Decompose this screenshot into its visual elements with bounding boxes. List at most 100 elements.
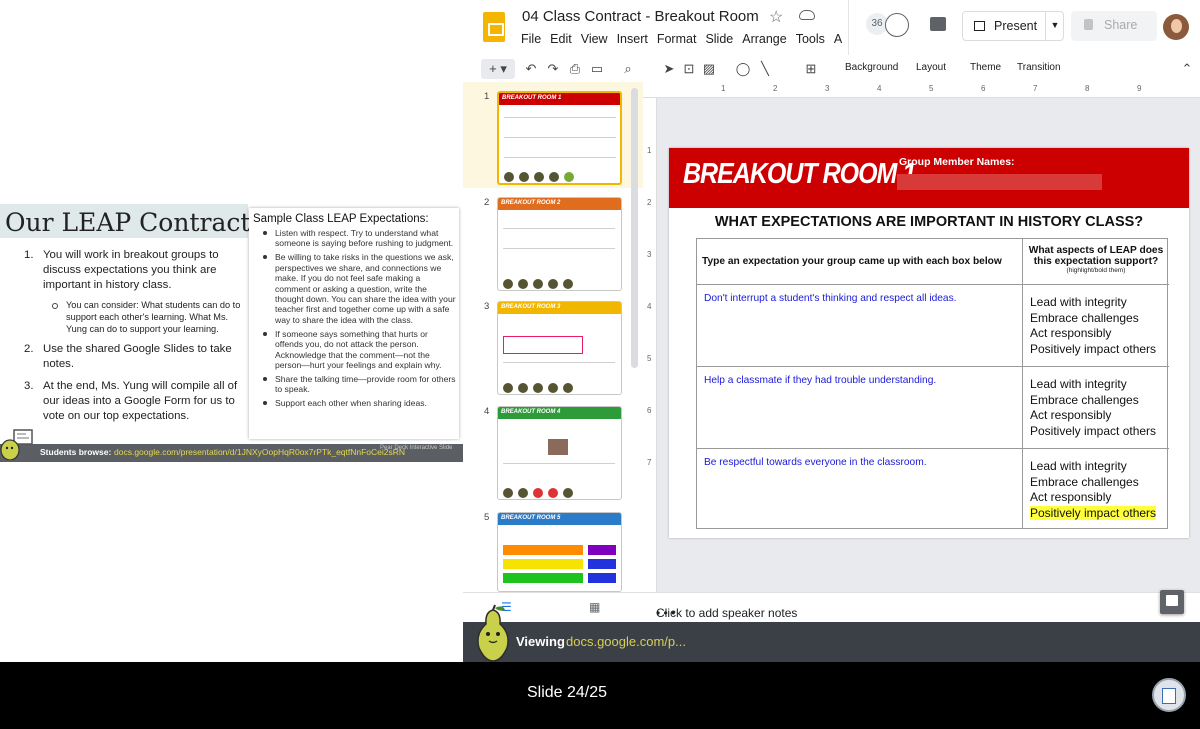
- menu-tools[interactable]: Tools: [796, 32, 825, 46]
- menu-view[interactable]: View: [581, 32, 608, 46]
- thumb-title: BREAKOUT ROOM 2: [501, 200, 561, 206]
- leap-aspects-cell[interactable]: Lead with integrity Embrace challenges A…: [1030, 377, 1168, 439]
- aspect-item: Embrace challenges: [1030, 474, 1139, 489]
- transition-button[interactable]: Transition: [1017, 62, 1061, 73]
- thumb-band: BREAKOUT ROOM 3: [498, 302, 621, 314]
- chevron-down-icon[interactable]: ▼: [1045, 11, 1064, 41]
- leap-aspects-cell[interactable]: Lead with integrity Embrace challenges A…: [1030, 295, 1168, 357]
- shape-icon[interactable]: ◯: [733, 59, 753, 79]
- present-label: Present: [994, 19, 1038, 33]
- thumb-avatars: [503, 485, 613, 498]
- menu-edit[interactable]: Edit: [550, 32, 572, 46]
- thumb-bar: [503, 545, 583, 555]
- thumb-avatars: [504, 169, 614, 182]
- textbox-icon[interactable]: ⊡: [679, 59, 699, 79]
- presenter-slide-panel: Our LEAP Contract: 1. You will work in br…: [0, 0, 463, 662]
- expectation-cell[interactable]: Help a classmate if they had trouble und…: [697, 367, 1023, 448]
- vertical-ruler: 1 2 3 4 5 6 7: [643, 98, 657, 592]
- theme-button[interactable]: Theme: [970, 62, 1001, 73]
- comment-add-icon[interactable]: ⊞: [801, 59, 821, 79]
- background-button[interactable]: Background: [845, 62, 898, 73]
- keep-notes-icon[interactable]: [1160, 590, 1184, 614]
- list-text: Use the shared Google Slides to take not…: [43, 343, 232, 370]
- browse-url[interactable]: docs.google.com/presentation/d/1JNXyOopH…: [114, 447, 405, 457]
- presentation-footer: Slide 24/25: [0, 662, 1200, 729]
- leap-aspects-cell[interactable]: Lead with integrity Embrace challenges A…: [1030, 459, 1168, 521]
- share-label: Share: [1104, 18, 1138, 32]
- menu-format[interactable]: Format: [657, 32, 697, 46]
- room-title: BREAKOUT ROOM 1: [683, 157, 916, 191]
- expectation-cell[interactable]: Be respectful towards everyone in the cl…: [697, 449, 1023, 529]
- screen: Our LEAP Contract: 1. You will work in br…: [0, 0, 1200, 729]
- new-slide-button[interactable]: + ▾: [481, 59, 515, 79]
- list-number: 3.: [24, 380, 34, 392]
- redo-icon[interactable]: ↷: [543, 59, 563, 79]
- ruler-mark: 2: [773, 84, 778, 93]
- collapse-chevron-icon[interactable]: ⌃: [1177, 59, 1197, 79]
- slide-thumbnail-3[interactable]: BREAKOUT ROOM 3: [497, 301, 622, 395]
- aspect-item: Lead with integrity: [1030, 377, 1127, 391]
- viewing-url[interactable]: docs.google.com/p...: [566, 634, 686, 649]
- line-icon[interactable]: ╲: [755, 59, 775, 79]
- expectation-text: Be respectful towards everyone in the cl…: [704, 457, 927, 468]
- thumb-bar: [588, 559, 616, 569]
- cloud-status-icon[interactable]: [799, 10, 815, 20]
- speaker-notes[interactable]: • • • Click to add speaker notes: [643, 592, 1200, 622]
- share-button[interactable]: Share: [1071, 11, 1157, 41]
- notes-placeholder: Click to add speaker notes: [656, 606, 798, 620]
- list-item: Share the talking time—provide room for …: [261, 374, 457, 395]
- menu-file[interactable]: File: [521, 32, 541, 46]
- expectation-text: Help a classmate if they had trouble und…: [704, 375, 937, 386]
- star-icon[interactable]: ☆: [769, 7, 783, 27]
- document-title[interactable]: 04 Class Contract - Breakout Room: [522, 8, 759, 25]
- zoom-icon[interactable]: ⌕: [618, 59, 638, 79]
- current-slide[interactable]: BREAKOUT ROOM 1 Group Member Names: WHAT…: [669, 148, 1189, 538]
- print-icon[interactable]: ⎙: [565, 59, 585, 79]
- ruler-mark: 3: [647, 250, 652, 259]
- table-header-expectation: Type an expectation your group came up w…: [697, 239, 1023, 285]
- ruler-mark: 5: [929, 84, 934, 93]
- expectations-table: Type an expectation your group came up w…: [696, 238, 1169, 529]
- thumb-line: [504, 137, 616, 138]
- filmstrip-scrollbar[interactable]: [631, 88, 638, 368]
- sample-expectations-box: Sample Class LEAP Expectations: Listen w…: [249, 208, 459, 439]
- group-members-field[interactable]: [897, 174, 1102, 190]
- thumb-band: BREAKOUT ROOM 2: [498, 198, 621, 210]
- thumb-bar: [588, 573, 616, 583]
- menu-addons[interactable]: A: [834, 32, 842, 46]
- horizontal-ruler: 1 2 3 4 5 6 7 8 9: [643, 82, 1200, 98]
- layout-button[interactable]: Layout: [916, 62, 946, 73]
- ruler-mark: 2: [647, 198, 652, 207]
- menu-arrange[interactable]: Arrange: [742, 32, 786, 46]
- menu-insert[interactable]: Insert: [617, 32, 648, 46]
- slide-title-band: Our LEAP Contract:: [0, 204, 259, 238]
- slide-thumbnail-2[interactable]: BREAKOUT ROOM 2: [497, 197, 622, 291]
- menu-slide[interactable]: Slide: [705, 32, 733, 46]
- comment-icon[interactable]: [930, 17, 946, 31]
- image-icon[interactable]: ▨: [699, 59, 719, 79]
- slide-thumbnail-4[interactable]: BREAKOUT ROOM 4: [497, 406, 622, 500]
- app-header: 04 Class Contract - Breakout Room ☆ File…: [463, 0, 1200, 55]
- aspect-item: Embrace challenges: [1030, 310, 1139, 325]
- slide-thumbnail-5[interactable]: BREAKOUT ROOM 5: [497, 512, 622, 592]
- thumb-line: [504, 157, 616, 158]
- audio-icon[interactable]: [1152, 678, 1186, 712]
- grid-view-icon[interactable]: ▦: [589, 600, 600, 614]
- present-button[interactable]: Present ▼: [962, 11, 1064, 41]
- paint-format-icon[interactable]: ▭: [587, 59, 607, 79]
- thumb-line: [503, 362, 615, 363]
- slide-thumbnail-1[interactable]: BREAKOUT ROOM 1: [497, 91, 622, 185]
- slides-logo-icon[interactable]: [483, 12, 505, 42]
- pear-deck-viewing-bar: Viewing docs.google.com/p...: [463, 622, 1200, 662]
- select-icon[interactable]: ➤: [659, 59, 679, 79]
- browse-label: Students browse:: [40, 447, 112, 457]
- aspect-item: Positively impact others: [1030, 423, 1157, 438]
- undo-icon[interactable]: ↶: [521, 59, 541, 79]
- avatar[interactable]: [1163, 14, 1189, 40]
- aspect-item: Lead with integrity: [1030, 295, 1127, 309]
- thumb-photo: [548, 439, 568, 455]
- thumb-avatars: [503, 380, 613, 393]
- collaborators-icon[interactable]: [885, 13, 909, 37]
- expectation-cell[interactable]: Don't interrupt a student's thinking and…: [697, 285, 1023, 366]
- thumb-number: 4: [484, 406, 490, 417]
